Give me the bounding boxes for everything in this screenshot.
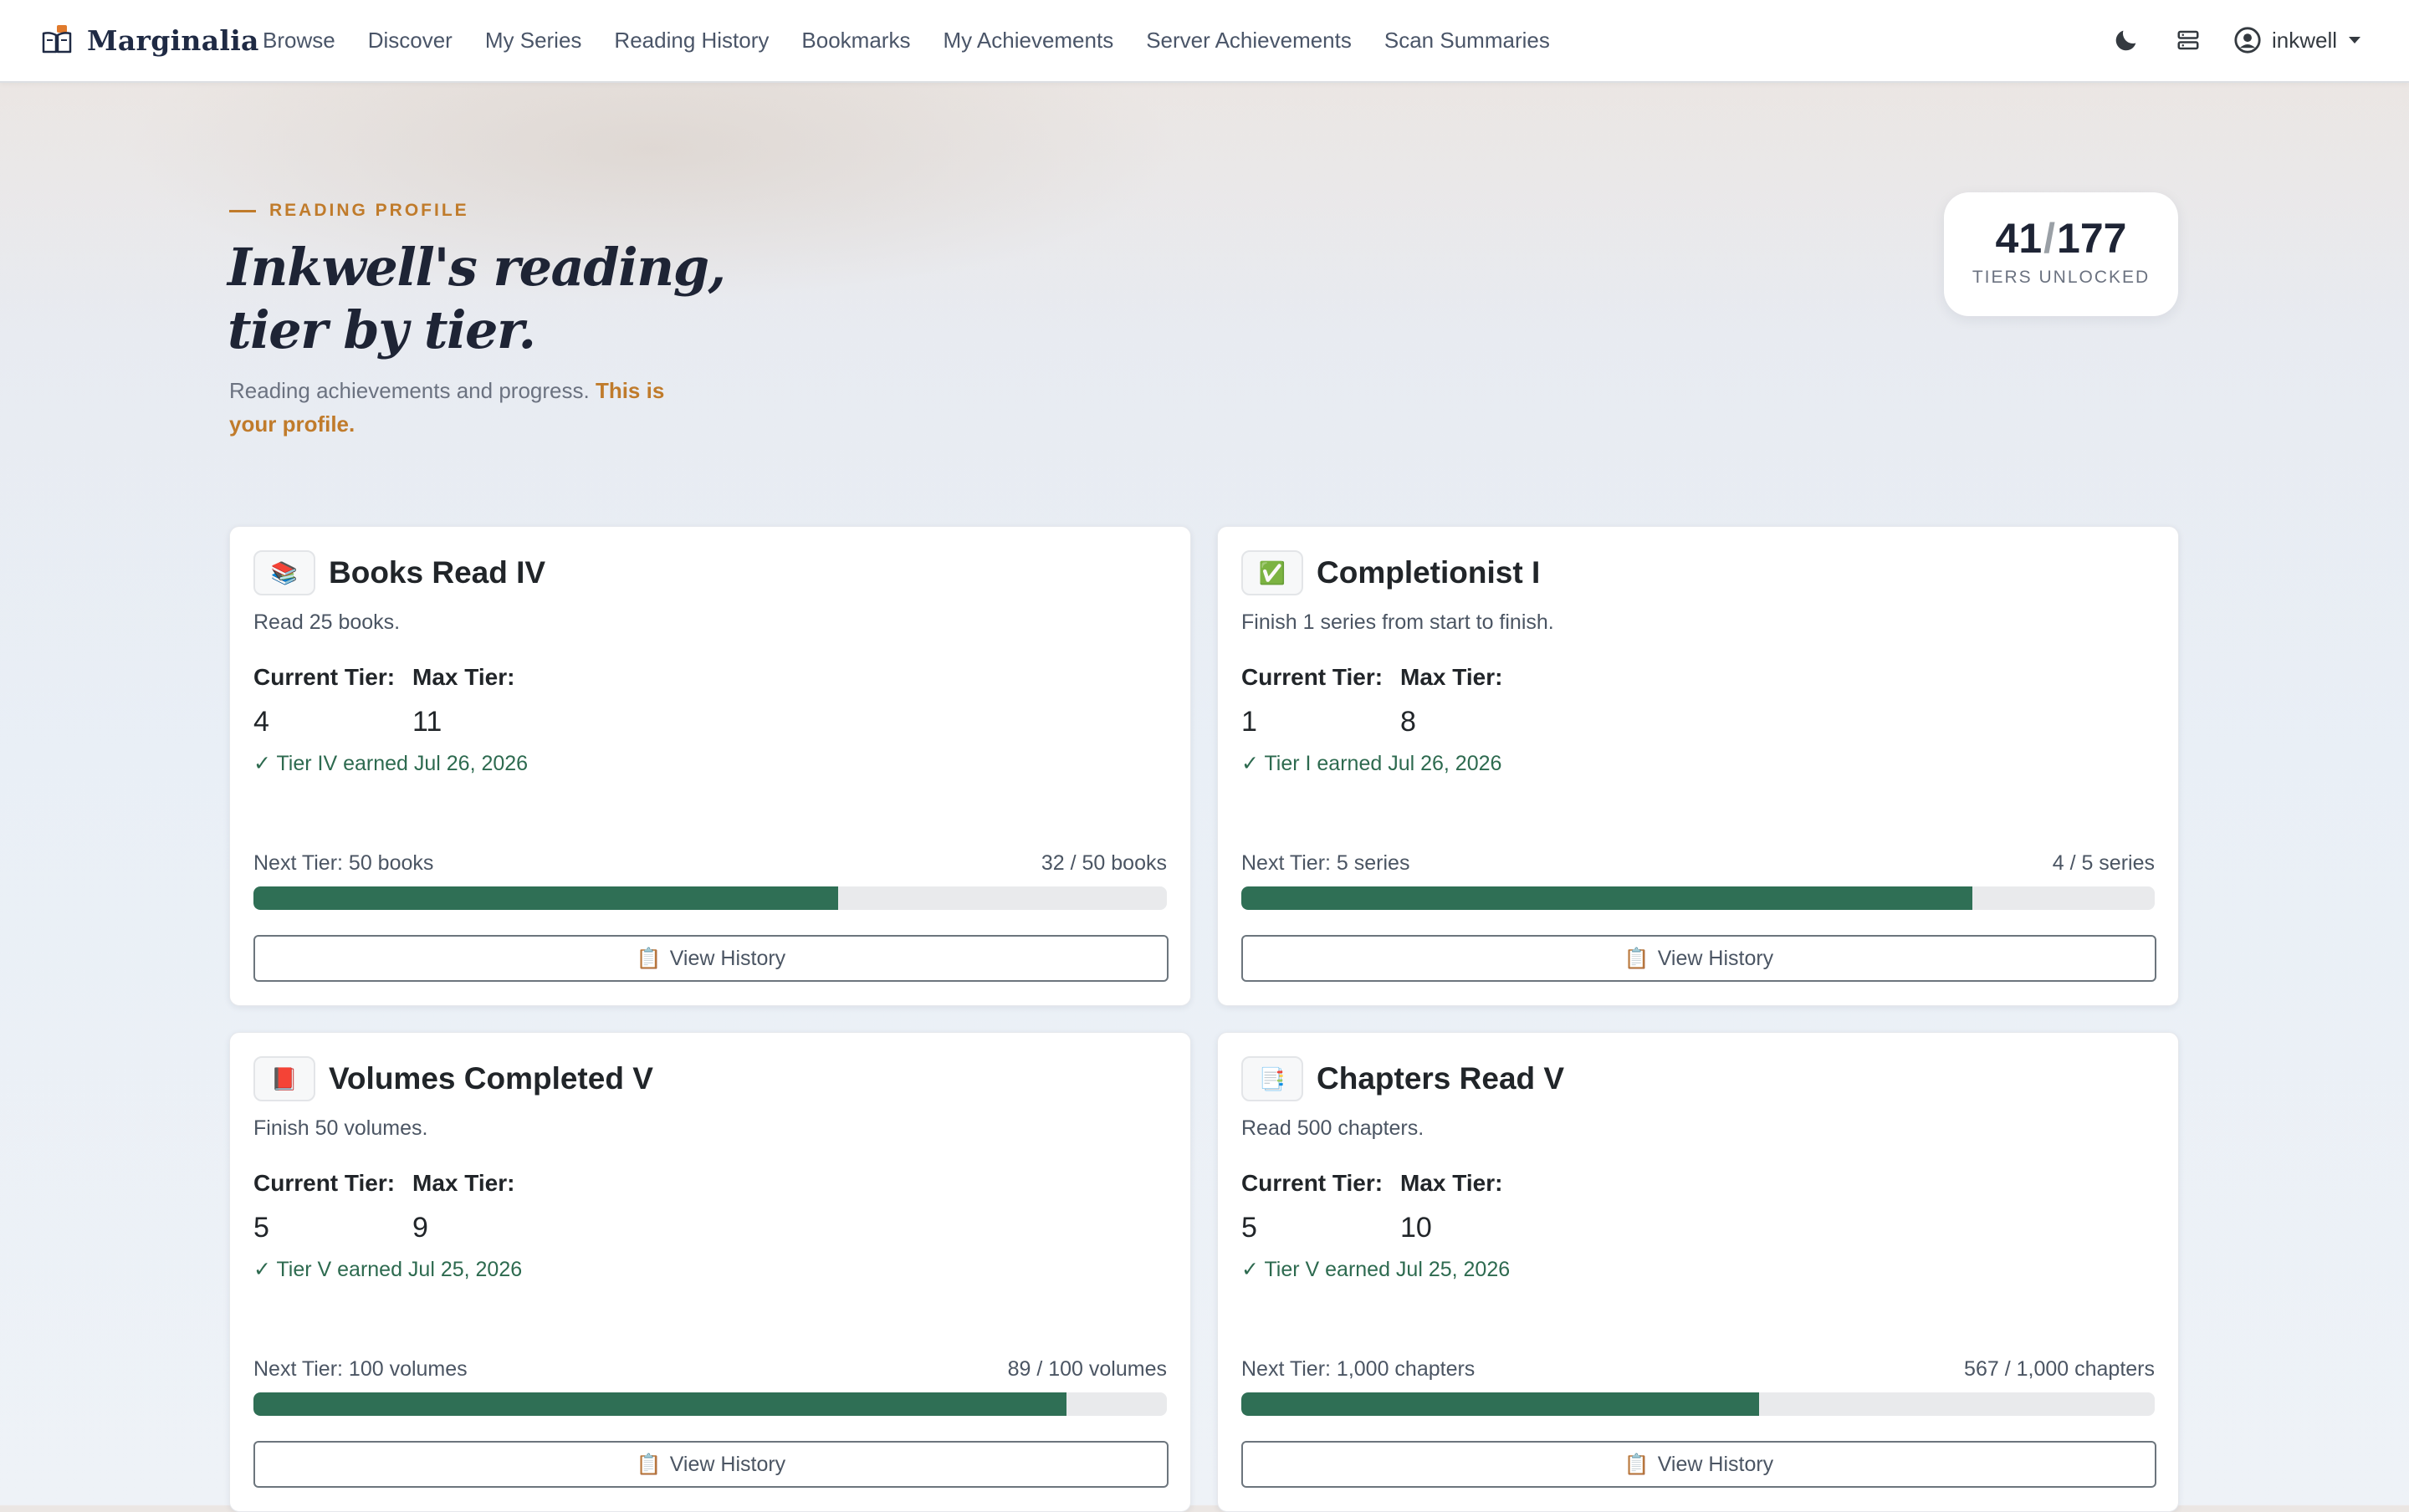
current-tier-label: Current Tier: xyxy=(253,664,396,690)
user-circle-icon xyxy=(2234,27,2261,54)
nav-link-my-series[interactable]: My Series xyxy=(485,28,582,54)
check-mark-icon: ✅ xyxy=(1241,550,1303,595)
view-history-button[interactable]: 📋 View History xyxy=(253,1441,1169,1488)
max-tier-value: 8 xyxy=(1400,706,1416,738)
card-description: Read 500 chapters. xyxy=(1241,1116,1424,1140)
nav-link-scan-summaries[interactable]: Scan Summaries xyxy=(1384,28,1550,54)
current-tier-label: Current Tier: xyxy=(1241,1170,1384,1196)
view-history-button[interactable]: 📋 View History xyxy=(1241,1441,2156,1488)
max-tier-label: Max Tier: xyxy=(412,664,515,690)
card-title: Chapters Read V xyxy=(1317,1061,1565,1096)
nav-link-browse[interactable]: Browse xyxy=(263,28,335,54)
tiers-unlocked: 41 xyxy=(1995,215,2043,262)
bookmark-tabs-icon: 📑 xyxy=(1241,1056,1303,1101)
card-description: Read 25 books. xyxy=(253,610,401,634)
moon-icon[interactable] xyxy=(2110,23,2143,57)
tier-earned-text: ✓ Tier V earned Jul 25, 2026 xyxy=(253,1258,523,1281)
next-tier-label: Next Tier: 50 books xyxy=(253,851,434,875)
closed-book-icon: 📕 xyxy=(253,1056,315,1101)
progress-bar xyxy=(253,886,1167,910)
nav-link-bookmarks[interactable]: Bookmarks xyxy=(801,28,910,54)
tier-earned-text: ✓ Tier IV earned Jul 26, 2026 xyxy=(253,752,529,775)
next-tier-label: Next Tier: 5 series xyxy=(1241,851,1410,875)
card-title: Volumes Completed V xyxy=(329,1061,653,1096)
card-description: Finish 50 volumes. xyxy=(253,1116,428,1140)
clipboard-icon: 📋 xyxy=(636,947,662,970)
max-tier-label: Max Tier: xyxy=(1400,664,1503,690)
progress-bar xyxy=(253,1392,1167,1416)
progress-count: 89 / 100 volumes xyxy=(1007,1357,1167,1381)
card-title: Books Read IV xyxy=(329,555,546,590)
view-history-label: View History xyxy=(669,1452,786,1476)
tiers-unlocked-badge: 41/177 TIERS UNLOCKED xyxy=(1944,192,2178,316)
subtitle-text: Reading achievements and progress. xyxy=(229,378,590,403)
page-title: Inkwell's reading, tier by tier. xyxy=(228,236,813,361)
book-logo-icon xyxy=(42,25,72,54)
current-tier-label: Current Tier: xyxy=(1241,664,1384,690)
progress-bar xyxy=(1241,886,2155,910)
nav-right: inkwell xyxy=(2110,20,2360,60)
progress-count: 567 / 1,000 chapters xyxy=(1964,1357,2155,1381)
page-title-line2: tier by tier. xyxy=(228,299,536,360)
current-tier-label: Current Tier: xyxy=(253,1170,396,1196)
view-history-label: View History xyxy=(1657,1452,1774,1476)
next-tier-label: Next Tier: 1,000 chapters xyxy=(1241,1357,1476,1381)
nav-links: Browse Discover My Series Reading Histor… xyxy=(263,22,1583,59)
tiers-label: TIERS UNLOCKED xyxy=(1972,268,2151,287)
achievement-card-books-read: 📚 Books Read IV Read 25 books. Current T… xyxy=(229,526,1191,1006)
nav-link-my-achievements[interactable]: My Achievements xyxy=(943,28,1113,54)
progress-bar xyxy=(1241,1392,2155,1416)
current-tier-value: 1 xyxy=(1241,706,1257,738)
max-tier-label: Max Tier: xyxy=(1400,1170,1503,1196)
clipboard-icon: 📋 xyxy=(636,1453,662,1476)
max-tier-label: Max Tier: xyxy=(412,1170,515,1196)
tier-earned-text: ✓ Tier I earned Jul 26, 2026 xyxy=(1241,752,1502,775)
current-tier-value: 4 xyxy=(253,706,269,738)
progress-bar-fill xyxy=(1241,886,1972,910)
current-tier-value: 5 xyxy=(1241,1212,1257,1244)
nav-link-discover[interactable]: Discover xyxy=(368,28,453,54)
view-history-button[interactable]: 📋 View History xyxy=(1241,935,2156,982)
tiers-slash: / xyxy=(2043,215,2056,262)
brand-link[interactable]: Marginalia xyxy=(40,20,259,60)
tier-earned-text: ✓ Tier V earned Jul 25, 2026 xyxy=(1241,1258,1511,1281)
max-tier-value: 9 xyxy=(412,1212,428,1244)
clipboard-icon: 📋 xyxy=(1624,1453,1649,1476)
eyebrow-line xyxy=(229,209,256,212)
chevron-down-icon xyxy=(2349,37,2360,43)
server-icon[interactable] xyxy=(2171,23,2205,57)
tiers-count: 41/177 xyxy=(1944,214,2178,263)
page-title-line1: Inkwell's reading, xyxy=(228,237,726,298)
progress-bar-fill xyxy=(253,886,838,910)
clipboard-icon: 📋 xyxy=(1624,947,1649,970)
page-subtitle: Reading achievements and progress. This … xyxy=(229,374,698,441)
username: inkwell xyxy=(2271,27,2337,53)
achievement-card-completionist: ✅ Completionist I Finish 1 series from s… xyxy=(1217,526,2179,1006)
eyebrow-text: READING PROFILE xyxy=(269,201,469,220)
achievement-card-volumes-completed: 📕 Volumes Completed V Finish 50 volumes.… xyxy=(229,1032,1191,1512)
nav-link-server-achievements[interactable]: Server Achievements xyxy=(1146,28,1352,54)
user-menu[interactable]: inkwell xyxy=(2233,26,2360,54)
next-tier-label: Next Tier: 100 volumes xyxy=(253,1357,468,1381)
view-history-label: View History xyxy=(1657,946,1774,970)
progress-bar-fill xyxy=(253,1392,1066,1416)
eyebrow: READING PROFILE xyxy=(229,201,469,221)
max-tier-value: 11 xyxy=(412,706,442,738)
card-title: Completionist I xyxy=(1317,555,1541,590)
max-tier-value: 10 xyxy=(1400,1212,1432,1244)
progress-bar-fill xyxy=(1241,1392,1760,1416)
tiers-total: 177 xyxy=(2057,215,2127,262)
progress-count: 32 / 50 books xyxy=(1041,851,1167,875)
brand-name: Marginalia xyxy=(87,23,259,57)
achievement-card-chapters-read: 📑 Chapters Read V Read 500 chapters. Cur… xyxy=(1217,1032,2179,1512)
view-history-label: View History xyxy=(669,946,786,970)
books-icon: 📚 xyxy=(253,550,315,595)
view-history-button[interactable]: 📋 View History xyxy=(253,935,1169,982)
current-tier-value: 5 xyxy=(253,1212,269,1244)
top-navbar: Marginalia Browse Discover My Series Rea… xyxy=(0,0,2409,83)
nav-link-reading-history[interactable]: Reading History xyxy=(614,28,769,54)
card-description: Finish 1 series from start to finish. xyxy=(1241,610,1554,634)
progress-count: 4 / 5 series xyxy=(2052,851,2155,875)
